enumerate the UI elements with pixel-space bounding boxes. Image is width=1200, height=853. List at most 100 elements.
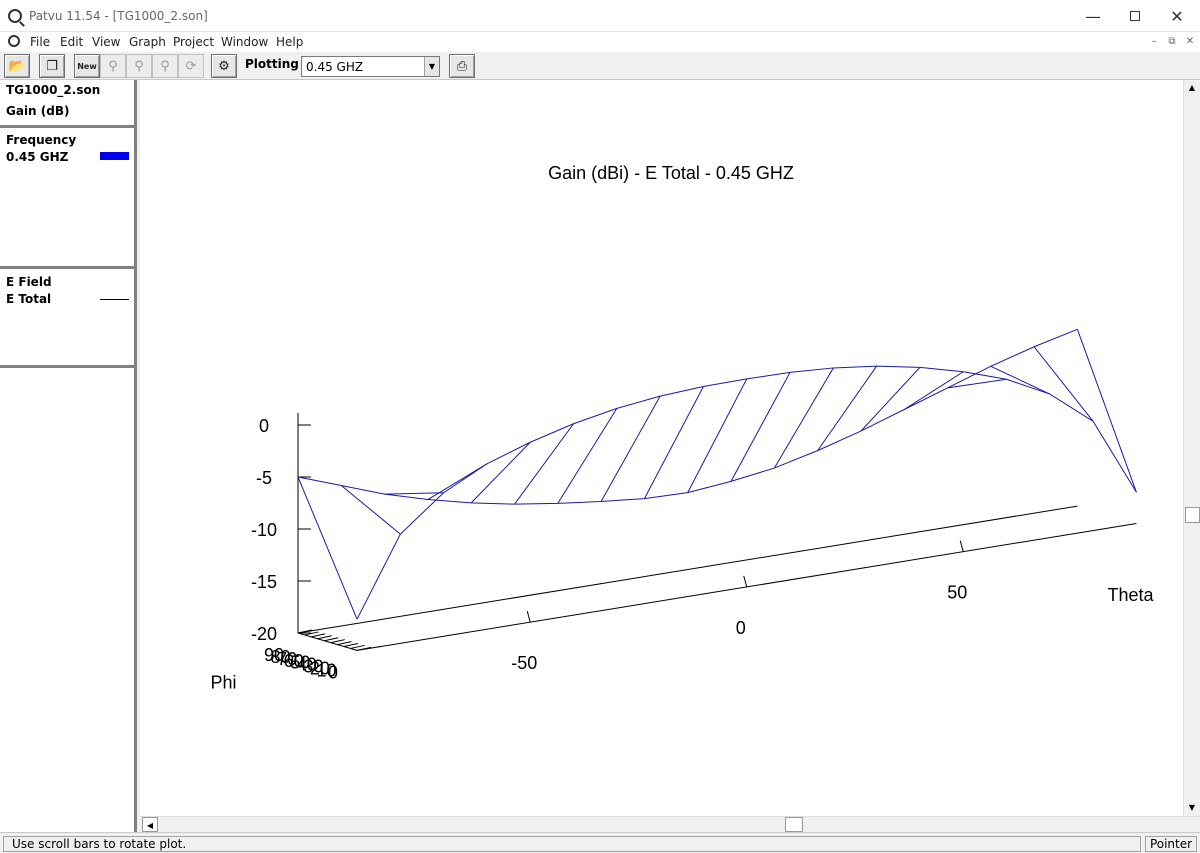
frequency-select[interactable]: 0.45 GHZ ▼ (301, 56, 440, 77)
mesh-line (470, 441, 531, 504)
status-bar: Use scroll bars to rotate plot. Pointer (0, 832, 1200, 853)
surface-plot: Gain (dBi) - E Total - 0.45 GHZ -20 -15 -10… (211, 163, 1155, 693)
status-mode: Pointer (1145, 836, 1197, 852)
phi-tick (330, 639, 345, 644)
phi-axis-label: Phi (211, 673, 237, 693)
menu-project[interactable]: Project (173, 35, 214, 49)
copy-button[interactable]: ❐ (39, 54, 65, 78)
toolbar: 📂 ❐ New ⚲ ⚲ ⚲ ⟳ ⚙ Plotting 0.45 GHZ ▼ ⎙ (0, 52, 1200, 80)
gain-tick-label: -15 (251, 572, 277, 592)
gear-icon: ⚙ (218, 58, 230, 74)
minimize-button[interactable]: — (1070, 0, 1116, 32)
theta-tick (526, 611, 531, 623)
menu-edit[interactable]: Edit (60, 35, 83, 49)
open-folder-button[interactable]: 📂 (4, 54, 30, 78)
window-title: Patvu 11.54 - [TG1000_2.son] (29, 9, 208, 23)
horizontal-scrollbar[interactable]: ◀ (140, 816, 1200, 832)
phi-tick (317, 635, 332, 640)
mdi-minimize-button[interactable]: – (1146, 35, 1162, 49)
menu-graph[interactable]: Graph (129, 35, 166, 49)
horizontal-scroll-thumb[interactable] (785, 817, 803, 832)
sidebar: TG1000_2.son Gain (dB) Frequency 0.45 GH… (0, 80, 137, 832)
phi-tick (337, 641, 352, 646)
zoom-in-button[interactable]: ⚲ (100, 54, 126, 78)
frequency-item[interactable]: 0.45 GHZ (6, 150, 68, 164)
zoom-out-icon: ⚲ (134, 58, 144, 74)
phi-tick-label: 90 (264, 645, 284, 665)
mesh-line (687, 378, 748, 493)
copy-icon: ❐ (46, 58, 58, 74)
gain-tick-label: -20 (251, 624, 277, 644)
mdi-restore-button[interactable]: ⧉ (1164, 35, 1180, 49)
back-floor-line (297, 505, 1078, 634)
app-magnifier-icon (8, 9, 22, 23)
field-panel: E Field E Total (0, 272, 134, 368)
mesh-line (340, 485, 401, 535)
title-bar: Patvu 11.54 - [TG1000_2.son] — ✕ (0, 0, 1200, 32)
quantity-label: Gain (dB) (6, 104, 70, 118)
mesh-line (384, 492, 444, 495)
file-info-panel: TG1000_2.son Gain (dB) (0, 80, 134, 128)
file-name: TG1000_2.son (6, 83, 101, 97)
menu-help[interactable]: Help (276, 35, 303, 49)
frequency-header: Frequency (6, 133, 77, 147)
phi-tick (311, 633, 326, 638)
zoom-out-button[interactable]: ⚲ (126, 54, 152, 78)
zoom-full-button[interactable]: ⚲ (152, 54, 178, 78)
folder-icon: 📂 (8, 58, 26, 74)
status-message: Use scroll bars to rotate plot. (3, 836, 1141, 852)
settings-button[interactable]: ⚙ (211, 54, 237, 78)
rotate-icon: ⟳ (185, 58, 197, 74)
theta-tick-label: -50 (511, 653, 537, 673)
theta-tick (743, 575, 748, 588)
print-button[interactable]: ⎙ (449, 54, 475, 78)
close-button[interactable]: ✕ (1154, 0, 1200, 32)
frequency-panel: Frequency 0.45 GHZ (0, 131, 134, 269)
mesh-line (903, 371, 964, 410)
theta-tick (959, 540, 964, 552)
mesh-line (427, 463, 488, 500)
field-header: E Field (6, 275, 52, 289)
menu-file[interactable]: File (30, 35, 50, 49)
maximize-icon (1130, 11, 1140, 21)
scroll-down-icon[interactable]: ▼ (1184, 800, 1200, 816)
mdi-close-button[interactable]: ✕ (1182, 35, 1198, 49)
mesh-line (860, 367, 921, 432)
zoom-full-icon: ⚲ (160, 58, 170, 74)
theta-axis-label: Theta (1107, 585, 1154, 605)
plotting-label: Plotting (245, 57, 299, 71)
phi-0-curve (356, 365, 1137, 620)
theta-tick-label: 0 (736, 618, 746, 638)
menu-window[interactable]: Window (221, 35, 268, 49)
rotate-button[interactable]: ⟳ (178, 54, 204, 78)
chevron-down-icon[interactable]: ▼ (424, 57, 439, 76)
phi-axis-line (297, 632, 358, 651)
field-legend-line (100, 299, 129, 300)
maximize-button[interactable] (1112, 0, 1158, 32)
theta-tick-label: 50 (947, 583, 967, 603)
printer-icon: ⎙ (456, 58, 468, 74)
vertical-scrollbar[interactable]: ▲ ▼ (1183, 80, 1200, 816)
menu-view[interactable]: View (92, 35, 120, 49)
field-item[interactable]: E Total (6, 292, 51, 306)
frequency-select-value: 0.45 GHZ (306, 60, 364, 74)
document-icon[interactable] (8, 35, 20, 47)
gain-tick-label: -10 (251, 520, 277, 540)
mesh-line (297, 476, 358, 620)
mesh-line (773, 367, 834, 469)
frequency-color-swatch (100, 152, 129, 160)
new-button-label: New (77, 61, 97, 71)
new-button[interactable]: New (74, 54, 100, 78)
mesh-line (1033, 346, 1094, 422)
scroll-up-icon[interactable]: ▲ (1184, 80, 1200, 96)
plot-area[interactable]: Gain (dBi) - E Total - 0.45 GHZ -20 -15 -10… (140, 80, 1183, 816)
mesh-line (643, 386, 704, 499)
scroll-left-icon[interactable]: ◀ (142, 817, 158, 832)
vertical-scroll-thumb[interactable] (1185, 507, 1200, 523)
chart-title: Gain (dBi) - E Total - 0.45 GHZ (548, 163, 794, 183)
phi-tick (350, 644, 365, 649)
menu-bar: File Edit View Graph Project Window Help (0, 32, 1200, 52)
phi-tick (343, 643, 359, 647)
phi-tick (324, 637, 339, 642)
zoom-in-icon: ⚲ (108, 58, 118, 74)
